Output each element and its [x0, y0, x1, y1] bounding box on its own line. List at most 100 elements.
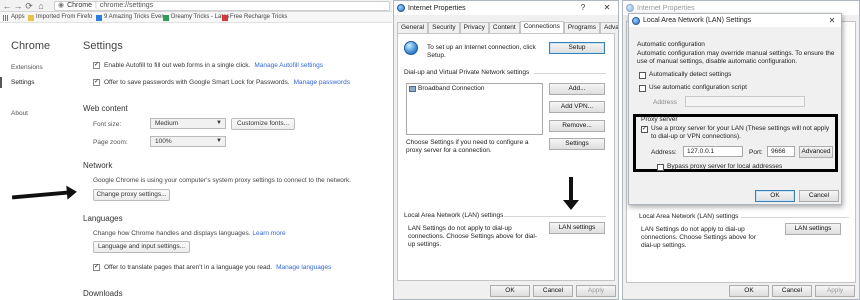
font-size-select[interactable]: Medium ▼: [150, 118, 226, 129]
address-bar-url: chrome://settings: [99, 2, 154, 9]
passwords-checkbox[interactable]: ✓: [93, 79, 100, 86]
bg-dialog-title: Internet Properties: [637, 4, 695, 12]
bg-ok-button[interactable]: OK: [729, 285, 769, 297]
font-size-value: Medium: [155, 120, 179, 127]
manage-autofill-link[interactable]: Manage Autofill settings: [254, 62, 323, 69]
tab-general[interactable]: General: [397, 22, 429, 33]
bg-lan-settings-button[interactable]: LAN settings: [785, 223, 841, 235]
tab-connections[interactable]: Connections: [519, 21, 564, 33]
bookmark-apps[interactable]: Apps: [3, 13, 25, 22]
connection-label: Broadband Connection: [418, 85, 485, 92]
chrome-page-icon: ◉: [58, 2, 65, 9]
chevron-down-icon: ▼: [216, 138, 222, 144]
lan-settings-dialog: Local Area Network (LAN) Settings ✕ Auto…: [628, 13, 842, 205]
customize-fonts-button[interactable]: Customize fonts...: [231, 118, 295, 130]
reload-icon[interactable]: ⟳: [24, 1, 34, 11]
tab-security[interactable]: Security: [428, 22, 460, 33]
translate-checkbox[interactable]: ✓: [93, 264, 100, 271]
lan-cancel-button[interactable]: Cancel: [799, 190, 839, 202]
apps-grid-icon: [3, 14, 9, 21]
auto-detect-row: Automatically detect settings: [639, 71, 731, 79]
translate-text: Offer to translate pages that aren't in …: [104, 264, 273, 271]
connection-item[interactable]: Broadband Connection: [409, 85, 485, 93]
sidebar-item-settings[interactable]: Settings: [11, 79, 35, 86]
change-proxy-settings-button[interactable]: Change proxy settings...: [93, 189, 170, 201]
network-heading: Network: [83, 161, 113, 170]
apply-button[interactable]: Apply: [576, 285, 616, 297]
site-favicon-icon: [96, 14, 102, 21]
passwords-row: ✓ Offer to save passwords with Google Sm…: [93, 79, 350, 86]
globe-icon: [404, 41, 418, 55]
bg-apply-button[interactable]: Apply: [815, 285, 855, 297]
language-input-settings-button[interactable]: Language and input settings...: [93, 241, 190, 253]
ok-button[interactable]: OK: [490, 285, 530, 297]
autofill-checkbox[interactable]: ✓: [93, 62, 100, 69]
site-favicon-icon: [163, 14, 169, 21]
cancel-button[interactable]: Cancel: [533, 285, 573, 297]
tab-programs[interactable]: Programs: [563, 22, 601, 33]
use-proxy-checkbox[interactable]: ✓: [641, 126, 648, 133]
lan-dialog-title: Local Area Network (LAN) Settings: [643, 17, 752, 24]
use-script-label: Use automatic configuration script: [649, 84, 747, 91]
network-connection-icon: [409, 86, 416, 92]
script-address-input[interactable]: [685, 96, 805, 107]
proxy-address-input[interactable]: 127.0.0.1: [683, 146, 743, 157]
translate-row: ✓ Offer to translate pages that aren't i…: [93, 264, 331, 271]
page-zoom-value: 100%: [155, 138, 172, 145]
lan-text: LAN Settings do not apply to dial-up con…: [408, 225, 537, 248]
sidebar-item-extensions[interactable]: Extensions: [11, 64, 43, 71]
choose-settings-text: Choose Settings if you need to configure…: [406, 139, 529, 154]
proxy-port-label: Port:: [749, 149, 763, 156]
bg-lan-text: LAN Settings do not apply to dial-up con…: [641, 226, 756, 249]
sidebar-item-about[interactable]: About: [11, 110, 28, 117]
setup-button[interactable]: Setup: [549, 42, 605, 54]
auto-detect-checkbox[interactable]: [639, 71, 646, 79]
close-icon[interactable]: ✕: [825, 14, 839, 27]
lan-ok-button[interactable]: OK: [755, 190, 795, 202]
internet-properties-background-dialog: Internet Properties Local Area Network (…: [622, 0, 860, 300]
close-icon[interactable]: ✕: [600, 1, 614, 15]
lan-heading: Local Area Network (LAN) settings: [404, 212, 504, 219]
use-script-checkbox[interactable]: [639, 84, 646, 92]
group-divider: [534, 73, 606, 74]
bookmark-recharge-tricks[interactable]: Free Recharge Tricks: [222, 13, 287, 22]
bypass-label: Bypass proxy server for local addresses: [667, 163, 783, 170]
manage-passwords-link[interactable]: Manage passwords: [294, 79, 350, 86]
connections-list[interactable]: Broadband Connection: [406, 83, 543, 135]
help-button[interactable]: ?: [576, 1, 590, 15]
dialup-settings-button[interactable]: Settings: [549, 138, 605, 150]
lan-settings-button[interactable]: LAN settings: [549, 222, 605, 234]
add-vpn-button[interactable]: Add VPN...: [549, 101, 605, 113]
learn-more-link[interactable]: Learn more: [252, 230, 285, 237]
font-size-label: Font size:: [93, 121, 122, 128]
add-button[interactable]: Add...: [549, 83, 605, 95]
manage-languages-link[interactable]: Manage languages: [276, 264, 331, 271]
bookmark-folder[interactable]: Imported From Firefo: [28, 13, 92, 22]
remove-button[interactable]: Remove...: [549, 120, 605, 132]
internet-options-icon: [632, 16, 640, 25]
bookmark-dreamy-tricks[interactable]: Dreamy Tricks - Lates: [163, 13, 229, 22]
home-icon[interactable]: ⌂: [36, 1, 46, 11]
page-zoom-select[interactable]: 100% ▼: [150, 136, 226, 147]
web-content-heading: Web content: [83, 104, 128, 113]
lan-title-bar: Local Area Network (LAN) Settings: [629, 14, 841, 27]
forward-icon[interactable]: →: [13, 1, 23, 11]
group-divider: [504, 216, 606, 217]
back-icon[interactable]: ←: [2, 1, 12, 11]
bookmark-amazing-tricks[interactable]: 9 Amazing Tricks Ever: [96, 13, 163, 22]
bookmark-label: Imported From Firefo: [36, 14, 93, 20]
use-script-row: Use automatic configuration script: [639, 84, 747, 92]
tab-privacy[interactable]: Privacy: [459, 22, 489, 33]
tab-content[interactable]: Content: [488, 22, 520, 33]
languages-text: Change how Chrome handles and displays l…: [93, 230, 251, 237]
address-bar-site: Chrome: [67, 2, 93, 9]
tab-advanced[interactable]: Advanced: [600, 22, 618, 33]
bypass-checkbox[interactable]: [657, 163, 664, 171]
address-bar[interactable]: ◉ Chrome | chrome://settings: [54, 1, 390, 11]
internet-options-icon: [626, 4, 634, 12]
proxy-address-label: Address:: [651, 149, 677, 156]
auto-detect-label: Automatically detect settings: [649, 71, 732, 78]
bg-cancel-button[interactable]: Cancel: [772, 285, 812, 297]
advanced-button[interactable]: Advanced: [799, 146, 833, 158]
proxy-port-input[interactable]: 9666: [767, 146, 795, 157]
